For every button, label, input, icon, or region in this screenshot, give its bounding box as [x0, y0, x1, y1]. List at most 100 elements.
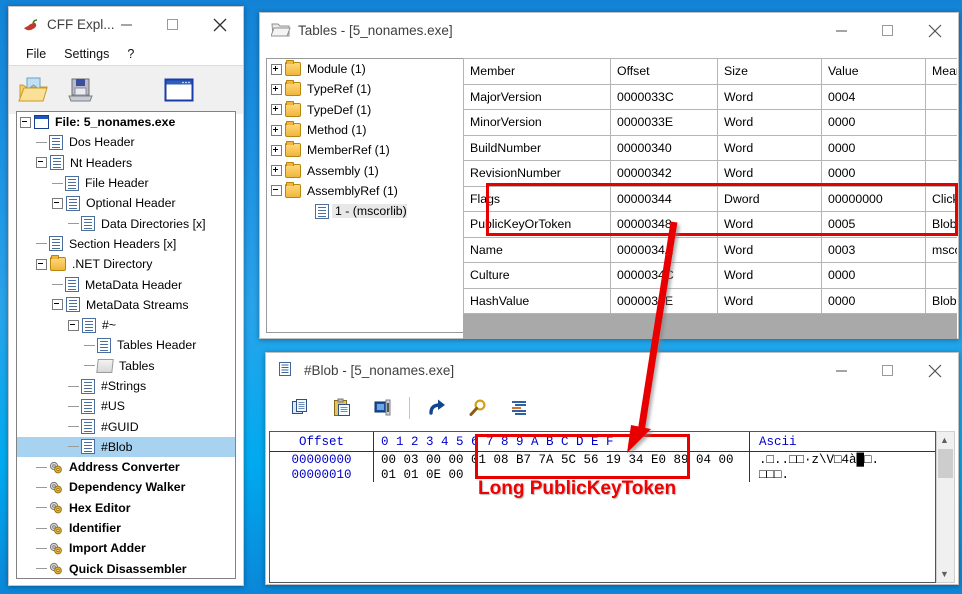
sidebar-item-hex-editor[interactable]: Hex Editor	[17, 498, 235, 518]
save-file-icon[interactable]	[57, 76, 105, 104]
sidebar-item-section-headers-x[interactable]: Section Headers [x]	[17, 234, 235, 254]
maximize-button[interactable]	[150, 7, 196, 42]
tables-metadata-tree[interactable]: Module (1) TypeRef (1) TypeDef (1) Method (…	[266, 58, 471, 333]
hex-viewer[interactable]: Offset 0 1 2 3 4 5 6 7 8 9 A B C D E F A…	[269, 431, 936, 583]
sidebar-item-quick-disassembler[interactable]: Quick Disassembler	[17, 559, 235, 578]
column-header-value[interactable]: Value	[821, 58, 926, 85]
expand-icon[interactable]	[271, 83, 282, 95]
tree-item-assemblyref-1[interactable]: AssemblyRef (1)	[267, 181, 470, 201]
offset-cell: 0000034E	[610, 287, 718, 314]
table-row[interactable]: BuildNumber 00000340 Word 0000	[463, 134, 957, 161]
collapse-icon[interactable]	[36, 157, 47, 169]
scrollbar-thumb[interactable]	[938, 449, 953, 478]
maximize-button[interactable]	[865, 13, 911, 48]
sidebar-item-data-directories-x[interactable]: Data Directories [x]	[17, 213, 235, 233]
cff-file-tree[interactable]: File: 5_nonames.exe Dos Header Nt Headers F…	[16, 111, 236, 579]
sidebar-item-metadata-streams[interactable]: MetaData Streams	[17, 295, 235, 315]
redo-icon[interactable]	[416, 391, 457, 424]
sidebar-item-net-directory[interactable]: .NET Directory	[17, 254, 235, 274]
close-button[interactable]	[196, 7, 243, 42]
hex-bytes[interactable]: 00 03 00 00 01 08 B7 7A 5C 56 19 34 E0 8…	[374, 452, 750, 467]
collapse-icon[interactable]	[271, 185, 282, 197]
collapse-icon[interactable]	[68, 319, 79, 331]
sidebar-item-import-adder[interactable]: Import Adder	[17, 538, 235, 558]
table-row[interactable]: HashValue0000034EWord0000Blob Index	[463, 287, 957, 314]
table-row[interactable]: RevisionNumber 00000342 Word 0000	[463, 160, 957, 187]
sidebar-item-us[interactable]: #US	[17, 396, 235, 416]
sidebar-item-label: Dependency Walker	[69, 480, 186, 495]
blob-window: #Blob - [5_nonames.exe] Offset 0 1 2 3 4…	[265, 352, 959, 585]
paste-icon[interactable]	[321, 391, 362, 424]
blob-titlebar[interactable]: #Blob - [5_nonames.exe]	[266, 353, 958, 388]
menu-item-settings[interactable]: Settings	[55, 45, 118, 63]
scroll-down-arrow[interactable]: ▼	[937, 566, 952, 582]
sidebar-item-[interactable]: #~	[17, 315, 235, 335]
blob-vertical-scrollbar[interactable]: ▲ ▼	[936, 431, 955, 583]
cut-to-clipboard-icon[interactable]	[362, 391, 403, 424]
column-header-size[interactable]: Size	[717, 58, 822, 85]
scroll-up-arrow[interactable]: ▲	[937, 432, 952, 448]
table-row[interactable]: Name0000034AWord0003mscorlib	[463, 236, 957, 263]
expand-icon[interactable]	[271, 104, 282, 116]
tree-item-module-1[interactable]: Module (1)	[267, 59, 470, 79]
tree-item-memberref-1[interactable]: MemberRef (1)	[267, 140, 470, 160]
maximize-button[interactable]	[865, 353, 911, 388]
meaning-cell[interactable]: Click here	[925, 185, 957, 212]
expand-icon[interactable]	[271, 165, 282, 177]
open-file-icon[interactable]	[9, 76, 57, 104]
table-row[interactable]: MajorVersion 0000033C Word 0004	[463, 83, 957, 110]
menu-item-file[interactable]: File	[17, 45, 55, 63]
folder-icon	[285, 161, 301, 178]
minimize-button[interactable]	[104, 7, 150, 42]
sidebar-item-file-header[interactable]: File Header	[17, 173, 235, 193]
tree-item-typedef-1[interactable]: TypeDef (1)	[267, 100, 470, 120]
tree-item-1-mscorlib[interactable]: 1 - (mscorlib)	[267, 201, 470, 221]
collapse-icon[interactable]	[20, 116, 31, 128]
doc-icon	[97, 337, 111, 353]
close-button[interactable]	[911, 13, 958, 48]
hex-row[interactable]: 00000000 00 03 00 00 01 08 B7 7A 5C 56 19…	[270, 452, 935, 467]
tree-item-assembly-1[interactable]: Assembly (1)	[267, 160, 470, 180]
sidebar-item-strings[interactable]: #Strings	[17, 376, 235, 396]
sidebar-item-label: .NET Directory	[72, 257, 153, 272]
column-header-meaning[interactable]: Meaning	[925, 58, 957, 85]
table-row[interactable]: Flags00000344Dword00000000Click here	[463, 185, 957, 212]
expand-icon[interactable]	[271, 63, 282, 75]
sidebar-item-nt-headers[interactable]: Nt Headers	[17, 153, 235, 173]
sidebar-item-blob[interactable]: #Blob	[17, 436, 235, 458]
sidebar-item-guid[interactable]: #GUID	[17, 416, 235, 436]
sidebar-item-dependency-walker[interactable]: Dependency Walker	[17, 477, 235, 497]
metadata-grid[interactable]: MemberOffsetSizeValueMeaning MajorVersio…	[463, 58, 957, 339]
table-row[interactable]: MinorVersion 0000033E Word 0000	[463, 109, 957, 136]
expand-icon[interactable]	[271, 144, 282, 156]
table-row[interactable]: Culture 0000034C Word 0000	[463, 262, 957, 289]
hex-ascii: □□□.	[759, 467, 790, 482]
close-button[interactable]	[911, 353, 958, 388]
window-icon[interactable]	[153, 78, 205, 102]
collapse-icon[interactable]	[52, 299, 63, 311]
minimize-button[interactable]	[819, 353, 865, 388]
tree-item-method-1[interactable]: Method (1)	[267, 120, 470, 140]
sidebar-item-dos-header[interactable]: Dos Header	[17, 132, 235, 152]
menu-item-help[interactable]: ?	[118, 45, 143, 63]
sidebar-item-tables[interactable]: Tables	[17, 356, 235, 376]
sidebar-item-address-converter[interactable]: Address Converter	[17, 457, 235, 477]
sidebar-item-metadata-header[interactable]: MetaData Header	[17, 274, 235, 294]
expand-icon[interactable]	[271, 124, 282, 136]
sidebar-item-tables-header[interactable]: Tables Header	[17, 335, 235, 355]
sidebar-item-file-5-nonames-exe[interactable]: File: 5_nonames.exe	[17, 112, 235, 132]
tables-titlebar[interactable]: Tables - [5_nonames.exe]	[260, 13, 958, 48]
search-icon[interactable]	[457, 391, 498, 424]
collapse-icon[interactable]	[36, 258, 47, 270]
table-row[interactable]: PublicKeyOrToken00000348Word0005Blob Ind…	[463, 211, 957, 238]
cff-titlebar[interactable]: CFF Expl...	[9, 7, 243, 42]
sidebar-item-identifier[interactable]: Identifier	[17, 518, 235, 538]
column-header-offset[interactable]: Offset	[610, 58, 718, 85]
collapse-icon[interactable]	[52, 197, 63, 209]
column-header-member[interactable]: Member	[463, 58, 611, 85]
tree-item-typeref-1[interactable]: TypeRef (1)	[267, 79, 470, 99]
sidebar-item-optional-header[interactable]: Optional Header	[17, 193, 235, 213]
copy-icon[interactable]	[280, 391, 321, 424]
list-view-icon[interactable]	[498, 391, 539, 424]
minimize-button[interactable]	[819, 13, 865, 48]
